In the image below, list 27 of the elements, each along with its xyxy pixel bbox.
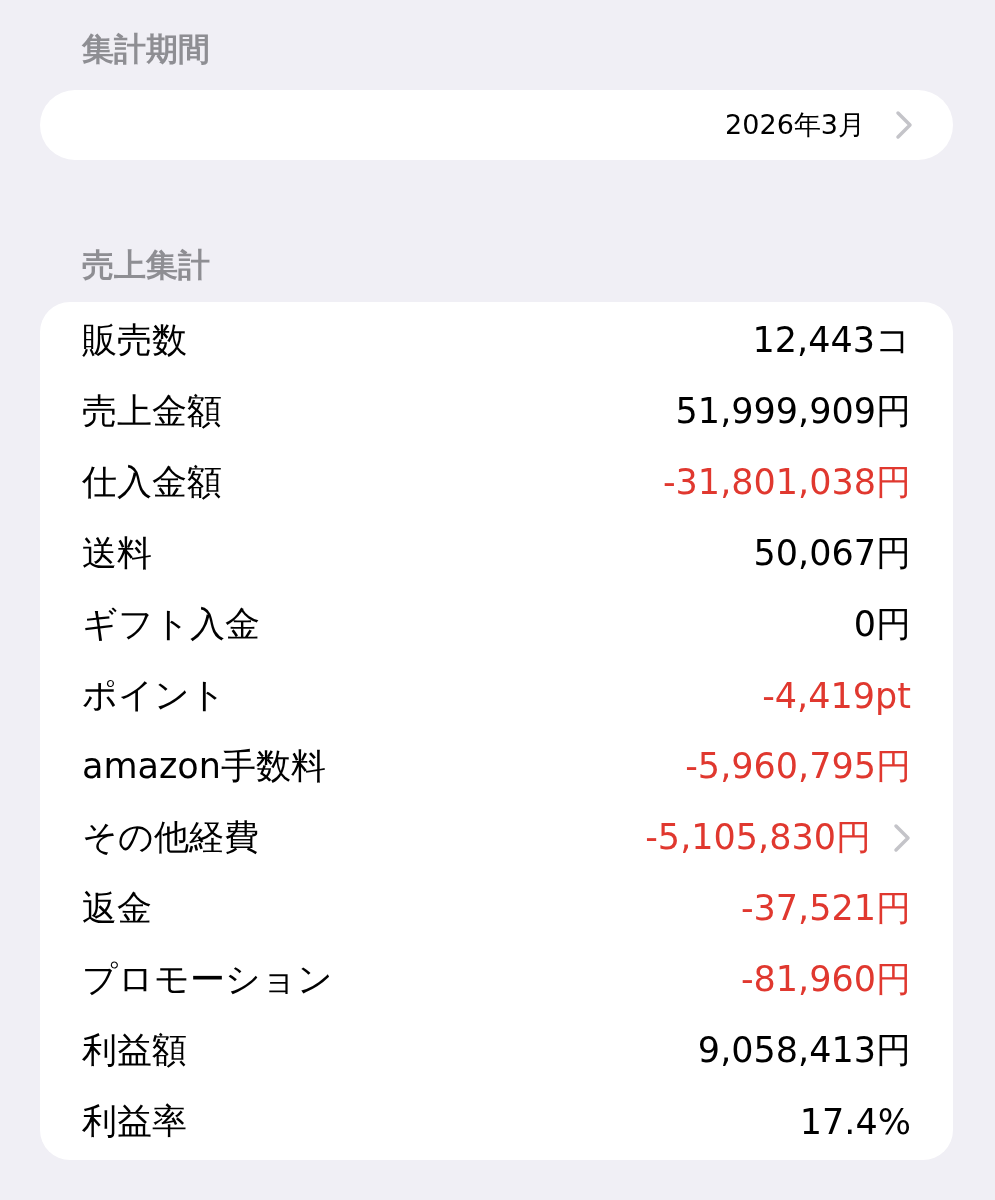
row-value: -4,419pt — [762, 675, 911, 716]
section-header: 集計期間 — [82, 30, 210, 68]
row-label: 利益率 — [82, 1100, 188, 1143]
row-label: ギフト入金 — [82, 603, 261, 646]
row-label: ポイント — [82, 674, 227, 717]
row-label: 仕入金額 — [82, 461, 223, 504]
row-label: プロモーション — [82, 958, 334, 1001]
row-value: -5,105,830円 — [645, 816, 871, 859]
row-label: 利益額 — [82, 1029, 188, 1072]
row-value: 17.4% — [799, 1101, 911, 1142]
row-label: その他経費 — [82, 816, 260, 859]
row-label: 販売数 — [82, 319, 188, 362]
row-label: 売上金額 — [82, 390, 223, 433]
row-label: amazon手数料 — [82, 745, 327, 788]
row-value: 51,999,909円 — [675, 390, 911, 433]
row-value: -81,960円 — [740, 958, 911, 1001]
row-value: 50,067円 — [753, 532, 911, 575]
row-value: 12,443コ — [752, 319, 911, 362]
row-value: -37,521円 — [740, 887, 911, 930]
row-value: 0円 — [853, 603, 911, 646]
section-header: 売上集計 — [82, 246, 210, 284]
period-selector[interactable]: 2026年3月 — [40, 90, 953, 160]
row-value: -31,801,038円 — [662, 461, 911, 504]
row-value: 9,058,413円 — [697, 1029, 911, 1072]
row-label: 送料 — [82, 532, 153, 575]
row-label: 返金 — [82, 887, 153, 930]
row-value: -5,960,795円 — [685, 745, 911, 788]
